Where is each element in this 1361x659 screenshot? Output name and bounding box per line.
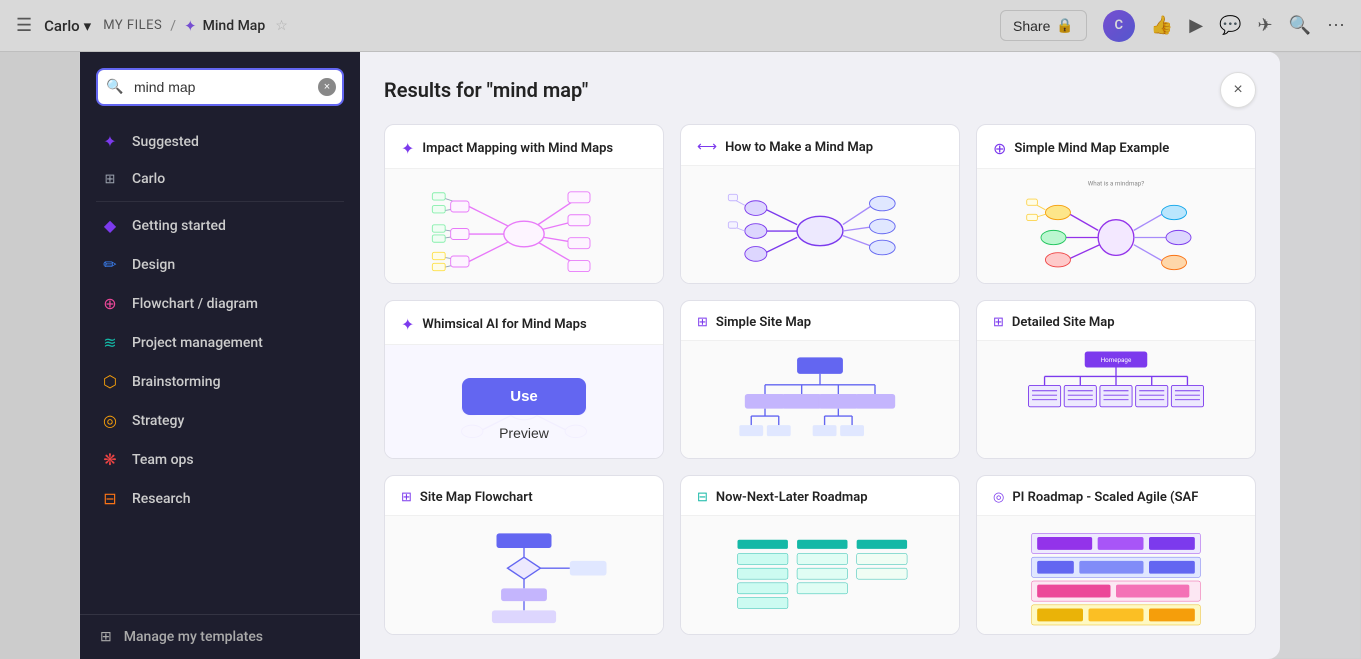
suggested-icon: ✦ <box>100 132 120 151</box>
card-preview <box>385 515 663 635</box>
use-button[interactable]: Use <box>462 378 586 415</box>
card-icon: ✦ <box>401 139 414 158</box>
category-label: Flowchart / diagram <box>132 296 258 312</box>
sidebar-item-flowchart[interactable]: ⊕ Flowchart / diagram <box>80 284 360 323</box>
card-title: Impact Mapping with Mind Maps <box>422 141 613 156</box>
search-input[interactable] <box>96 68 344 106</box>
project-mgmt-icon: ≋ <box>100 333 120 352</box>
sidebar-item-brainstorming[interactable]: ⬡ Brainstorming <box>80 362 360 401</box>
category-label: Strategy <box>132 413 184 429</box>
sidebar-item-research[interactable]: ⊟ Research <box>80 479 360 518</box>
card-simple-site-map[interactable]: ⊞ Simple Site Map <box>680 300 960 460</box>
card-title: Now-Next-Later Roadmap <box>716 490 868 505</box>
sidebar-item-project-management[interactable]: ≋ Project management <box>80 323 360 362</box>
card-header: ⊟ Now-Next-Later Roadmap <box>681 476 959 515</box>
card-icon: ⊟ <box>697 490 708 505</box>
card-preview <box>681 165 959 284</box>
card-icon: ◎ <box>993 490 1004 505</box>
team-ops-icon: ❋ <box>100 450 120 469</box>
results-grid: ✦ Impact Mapping with Mind Maps <box>360 124 1280 659</box>
close-button[interactable]: × <box>1220 72 1256 108</box>
category-label: Getting started <box>132 218 226 234</box>
card-preview: What is a mindmap? <box>977 168 1255 284</box>
card-title: Detailed Site Map <box>1012 315 1115 330</box>
card-simple-mind-map[interactable]: ⊕ Simple Mind Map Example What is a mind… <box>976 124 1256 284</box>
category-label: Carlo <box>132 171 165 187</box>
research-icon: ⊟ <box>100 489 120 508</box>
getting-started-icon: ◆ <box>100 216 120 235</box>
card-icon: ⊕ <box>993 139 1006 158</box>
sidebar-item-design[interactable]: ✏ Design <box>80 245 360 284</box>
card-preview <box>977 515 1255 635</box>
results-panel: Results for "mind map" × ✦ Impact Mappin… <box>360 52 1280 659</box>
manage-templates-icon: ⊞ <box>100 629 112 645</box>
card-icon: ⟷ <box>697 139 717 155</box>
sidebar-item-carlo[interactable]: ⊞ Carlo <box>80 161 360 197</box>
category-label: Brainstorming <box>132 374 221 390</box>
card-icon: ⊞ <box>697 315 708 330</box>
sidebar-item-getting-started[interactable]: ◆ Getting started <box>80 206 360 245</box>
results-header: Results for "mind map" × <box>360 52 1280 124</box>
category-label: Design <box>132 257 175 273</box>
card-site-map-flowchart[interactable]: ⊞ Site Map Flowchart <box>384 475 664 635</box>
category-label: Team ops <box>132 452 194 468</box>
card-title: PI Roadmap - Scaled Agile (SAF <box>1012 490 1198 505</box>
sidebar-item-strategy[interactable]: ◎ Strategy <box>80 401 360 440</box>
flowchart-icon: ⊕ <box>100 294 120 313</box>
card-header: ✦ Whimsical AI for Mind Maps <box>385 301 663 344</box>
svg-text:Homepage: Homepage <box>1101 356 1132 364</box>
category-label: Project management <box>132 335 263 351</box>
card-title: Site Map Flowchart <box>420 490 533 505</box>
card-title: How to Make a Mind Map <box>725 140 873 155</box>
card-detailed-site-map[interactable]: ⊞ Detailed Site Map Homepage <box>976 300 1256 460</box>
card-preview: Use Preview <box>385 344 663 460</box>
divider <box>96 201 344 202</box>
card-preview <box>385 168 663 284</box>
preview-button[interactable]: Preview <box>499 425 549 441</box>
card-header: ✦ Impact Mapping with Mind Maps <box>385 125 663 168</box>
manage-templates-item[interactable]: ⊞ Manage my templates <box>80 614 360 659</box>
card-pi-roadmap[interactable]: ◎ PI Roadmap - Scaled Agile (SAF <box>976 475 1256 635</box>
card-header: ⊞ Simple Site Map <box>681 301 959 340</box>
card-title: Simple Site Map <box>716 315 811 330</box>
search-panel: 🔍 × ✦ Suggested ⊞ Carlo ◆ Getting starte… <box>80 52 360 659</box>
results-title: Results for "mind map" <box>384 78 588 102</box>
categories-list: ✦ Suggested ⊞ Carlo ◆ Getting started ✏ … <box>80 118 360 614</box>
svg-text:What is a mindmap?: What is a mindmap? <box>1088 180 1145 188</box>
manage-templates-label: Manage my templates <box>124 629 263 645</box>
sidebar-item-team-ops[interactable]: ❋ Team ops <box>80 440 360 479</box>
card-how-to-mind-map[interactable]: ⟷ How to Make a Mind Map <box>680 124 960 284</box>
card-header: ◎ PI Roadmap - Scaled Agile (SAF <box>977 476 1255 515</box>
category-label: Research <box>132 491 190 507</box>
card-title: Simple Mind Map Example <box>1014 141 1169 156</box>
carlo-icon: ⊞ <box>100 172 120 187</box>
strategy-icon: ◎ <box>100 411 120 430</box>
search-icon: 🔍 <box>106 79 123 95</box>
card-icon: ✦ <box>401 315 414 334</box>
card-now-next-later[interactable]: ⊟ Now-Next-Later Roadmap <box>680 475 960 635</box>
design-icon: ✏ <box>100 255 120 274</box>
search-input-wrapper: 🔍 × <box>96 68 344 106</box>
card-header: ⊞ Site Map Flowchart <box>385 476 663 515</box>
category-label: Suggested <box>132 134 199 150</box>
sidebar-item-suggested[interactable]: ✦ Suggested <box>80 122 360 161</box>
card-impact-mapping[interactable]: ✦ Impact Mapping with Mind Maps <box>384 124 664 284</box>
card-header: ⊞ Detailed Site Map <box>977 301 1255 340</box>
modal-overlay: 🔍 × ✦ Suggested ⊞ Carlo ◆ Getting starte… <box>0 0 1361 659</box>
card-preview: Homepage <box>977 340 1255 460</box>
card-title: Whimsical AI for Mind Maps <box>422 317 586 332</box>
card-header: ⟷ How to Make a Mind Map <box>681 125 959 165</box>
card-header: ⊕ Simple Mind Map Example <box>977 125 1255 168</box>
brainstorming-icon: ⬡ <box>100 372 120 391</box>
card-icon: ⊞ <box>993 315 1004 330</box>
card-preview <box>681 340 959 460</box>
card-overlay: Use Preview <box>385 345 663 460</box>
card-icon: ⊞ <box>401 490 412 505</box>
card-whimsical-ai[interactable]: ✦ Whimsical AI for Mind Maps <box>384 300 664 460</box>
clear-search-button[interactable]: × <box>318 78 336 96</box>
card-preview <box>681 515 959 635</box>
